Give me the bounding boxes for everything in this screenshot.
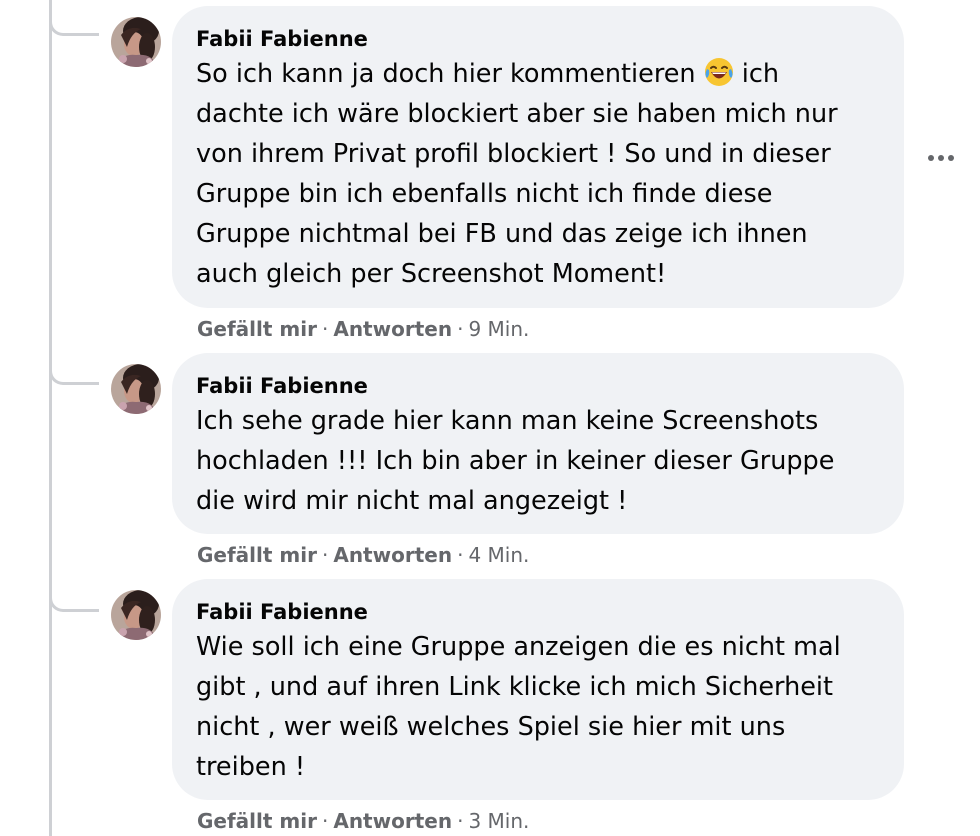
comment-line: Gruppe bin ich ebenfalls nicht ich finde… [196,179,773,209]
reply-button[interactable]: Antworten [333,809,452,833]
more-options-icon[interactable] [918,146,964,170]
avatar[interactable] [111,590,161,640]
laughing-tears-emoji [704,57,734,87]
separator: · [321,317,329,341]
comment-timestamp[interactable]: 4 Min. [468,543,529,567]
comment-line: treiben ! [196,752,306,782]
comment-line: dachte ich wäre blockiert aber sie haben… [196,99,838,129]
comment-line: hochladen !!! Ich bin aber in keiner die… [196,446,835,476]
comment-line: die wird mir nicht mal angezeigt ! [196,486,628,516]
like-button[interactable]: Gefällt mir [197,317,317,341]
reply-connector [49,590,99,612]
comment-bubble: Fabii Fabienne Wie soll ich eine Gruppe … [172,579,904,800]
comment-actions: Gefällt mir · Antworten · 4 Min. [197,543,529,567]
comment-actions: Gefällt mir · Antworten · 9 Min. [197,317,529,341]
comment-text: Ich sehe grade hier kann man keine Scree… [196,401,880,521]
thread-line [49,0,52,836]
comment-timestamp[interactable]: 3 Min. [468,809,529,833]
comment-line: auch gleich per Screenshot Moment! [196,259,667,289]
comment-line: Gruppe nichtmal bei FB und das zeige ich… [196,219,808,249]
reply-connector [49,363,99,385]
separator: · [457,543,464,567]
comment-line: So ich kann ja doch hier kommentieren ic… [196,57,780,89]
comment-thread: Fabii Fabienne So ich kann ja doch hier … [0,0,980,836]
comment-line: gibt , und auf ihren Link klicke ich mic… [196,672,834,702]
comment-author[interactable]: Fabii Fabienne [196,373,880,399]
comment-bubble: Fabii Fabienne Ich sehe grade hier kann … [172,353,904,534]
separator: · [321,809,329,833]
reply-button[interactable]: Antworten [333,543,452,567]
comment-actions: Gefällt mir · Antworten · 3 Min. [197,809,529,833]
reply-button[interactable]: Antworten [333,317,452,341]
comment-timestamp[interactable]: 9 Min. [468,317,529,341]
comment-text: Wie soll ich eine Gruppe anzeigen die es… [196,627,880,787]
comment-bubble: Fabii Fabienne So ich kann ja doch hier … [172,6,904,308]
like-button[interactable]: Gefällt mir [197,809,317,833]
separator: · [457,809,464,833]
like-button[interactable]: Gefällt mir [197,543,317,567]
separator: · [457,317,464,341]
separator: · [321,543,329,567]
comment-line: von ihrem Privat profil blockiert ! So u… [196,139,831,169]
comment-line: Wie soll ich eine Gruppe anzeigen die es… [196,632,841,662]
comment-author[interactable]: Fabii Fabienne [196,26,880,52]
reply-connector [49,14,99,36]
avatar[interactable] [111,17,161,67]
comment-text: So ich kann ja doch hier kommentieren ic… [196,54,880,294]
comment-author[interactable]: Fabii Fabienne [196,599,880,625]
comment-line: nicht , wer weiß welches Spiel sie hier … [196,712,786,742]
avatar[interactable] [111,364,161,414]
comment-line: Ich sehe grade hier kann man keine Scree… [196,406,819,436]
